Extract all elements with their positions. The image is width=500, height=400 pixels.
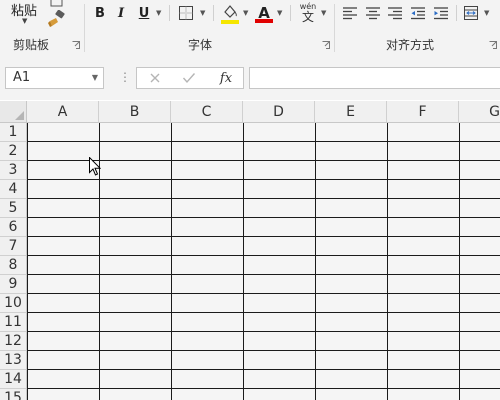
select-all-button[interactable] [0,101,27,123]
merge-center-icon[interactable] [462,4,480,22]
formula-input[interactable] [249,67,500,89]
column-headers: A B C D E F G [27,101,500,123]
row-header[interactable]: 4 [0,180,27,199]
name-box-dropdown-icon[interactable]: ▼ [92,68,98,88]
fill-color-dropdown-icon[interactable]: ▼ [243,9,248,17]
clipboard-group-label: 剪贴板 [13,38,50,52]
alignment-group-label: 对齐方式 [386,38,435,52]
name-box[interactable]: A1 ▼ [5,67,104,89]
align-center-icon[interactable] [364,5,382,21]
formula-bar-grip-icon[interactable]: ⋮ [119,70,131,84]
name-box-value: A1 [13,70,31,85]
underline-button[interactable]: U [135,4,153,22]
row-header[interactable]: 3 [0,161,27,180]
row-header[interactable]: 14 [0,370,27,389]
select-all-triangle-icon [15,111,24,120]
row-header[interactable]: 6 [0,218,27,237]
bold-button[interactable]: B [91,4,109,22]
row-header[interactable]: 15 [0,389,27,400]
mouse-pointer-icon [89,156,102,180]
italic-button[interactable]: I [112,4,130,22]
font-color-button[interactable]: A [254,2,274,24]
align-right-icon[interactable] [386,5,404,21]
paste-dropdown-icon[interactable]: ▼ [22,17,27,25]
increase-indent-icon[interactable] [432,5,450,21]
column-header[interactable]: A [27,101,99,123]
group-separator [84,4,85,52]
row-header[interactable]: 5 [0,199,27,218]
toolbar-divider [213,5,214,21]
row-header[interactable]: 7 [0,237,27,256]
format-painter-icon[interactable] [47,10,67,28]
row-header[interactable]: 8 [0,256,27,275]
clipboard-dialog-launcher-icon[interactable] [72,41,80,49]
borders-icon[interactable] [177,4,195,22]
column-header[interactable]: B [99,101,171,123]
row-header[interactable]: 11 [0,313,27,332]
phonetic-bottom-label: 文 [301,10,314,24]
font-group-label: 字体 [188,38,213,52]
row-headers: 1 2 3 4 5 6 7 8 9 10 11 12 13 14 15 [0,123,27,400]
row-header[interactable]: 9 [0,275,27,294]
font-color-swatch [255,19,273,23]
toolbar-divider [169,5,170,21]
column-header[interactable]: E [315,101,387,123]
column-header[interactable]: D [243,101,315,123]
toolbar-divider [290,5,291,21]
column-header[interactable]: F [387,101,459,123]
fill-color-icon[interactable] [220,3,240,25]
font-dialog-launcher-icon[interactable] [322,41,330,49]
row-header[interactable]: 1 [0,123,27,142]
toolbar-divider [456,5,457,21]
column-header[interactable]: G [459,101,500,123]
group-separator [334,4,335,52]
merge-dropdown-icon[interactable]: ▼ [484,9,489,17]
row-header[interactable]: 10 [0,294,27,313]
row-header[interactable]: 2 [0,142,27,161]
align-left-icon[interactable] [341,5,359,21]
enter-check-icon[interactable] [177,68,201,88]
row-header[interactable]: 12 [0,332,27,351]
column-header[interactable]: C [171,101,243,123]
ribbon: 粘贴 ▼ 剪贴板 B I U ▼ ▼ ▼ A ▼ wén 文 ▼ 字体 ▼ 对齐… [0,0,500,56]
font-color-dropdown-icon[interactable]: ▼ [277,9,282,17]
phonetic-dropdown-icon[interactable]: ▼ [321,9,326,17]
formula-buttons: fx [136,67,244,89]
underline-dropdown-icon[interactable]: ▼ [156,9,161,17]
spreadsheet-grid: A B C D E F G 1 2 3 4 5 6 7 8 9 10 11 12… [0,101,500,400]
borders-dropdown-icon[interactable]: ▼ [200,9,205,17]
decrease-indent-icon[interactable] [409,5,427,21]
alignment-dialog-launcher-icon[interactable] [489,41,497,49]
insert-function-button[interactable]: fx [213,68,239,88]
phonetic-guide-button[interactable]: wén 文 [296,1,320,25]
cancel-icon[interactable] [143,68,167,88]
row-header[interactable]: 13 [0,351,27,370]
copy-icon[interactable] [48,0,66,8]
